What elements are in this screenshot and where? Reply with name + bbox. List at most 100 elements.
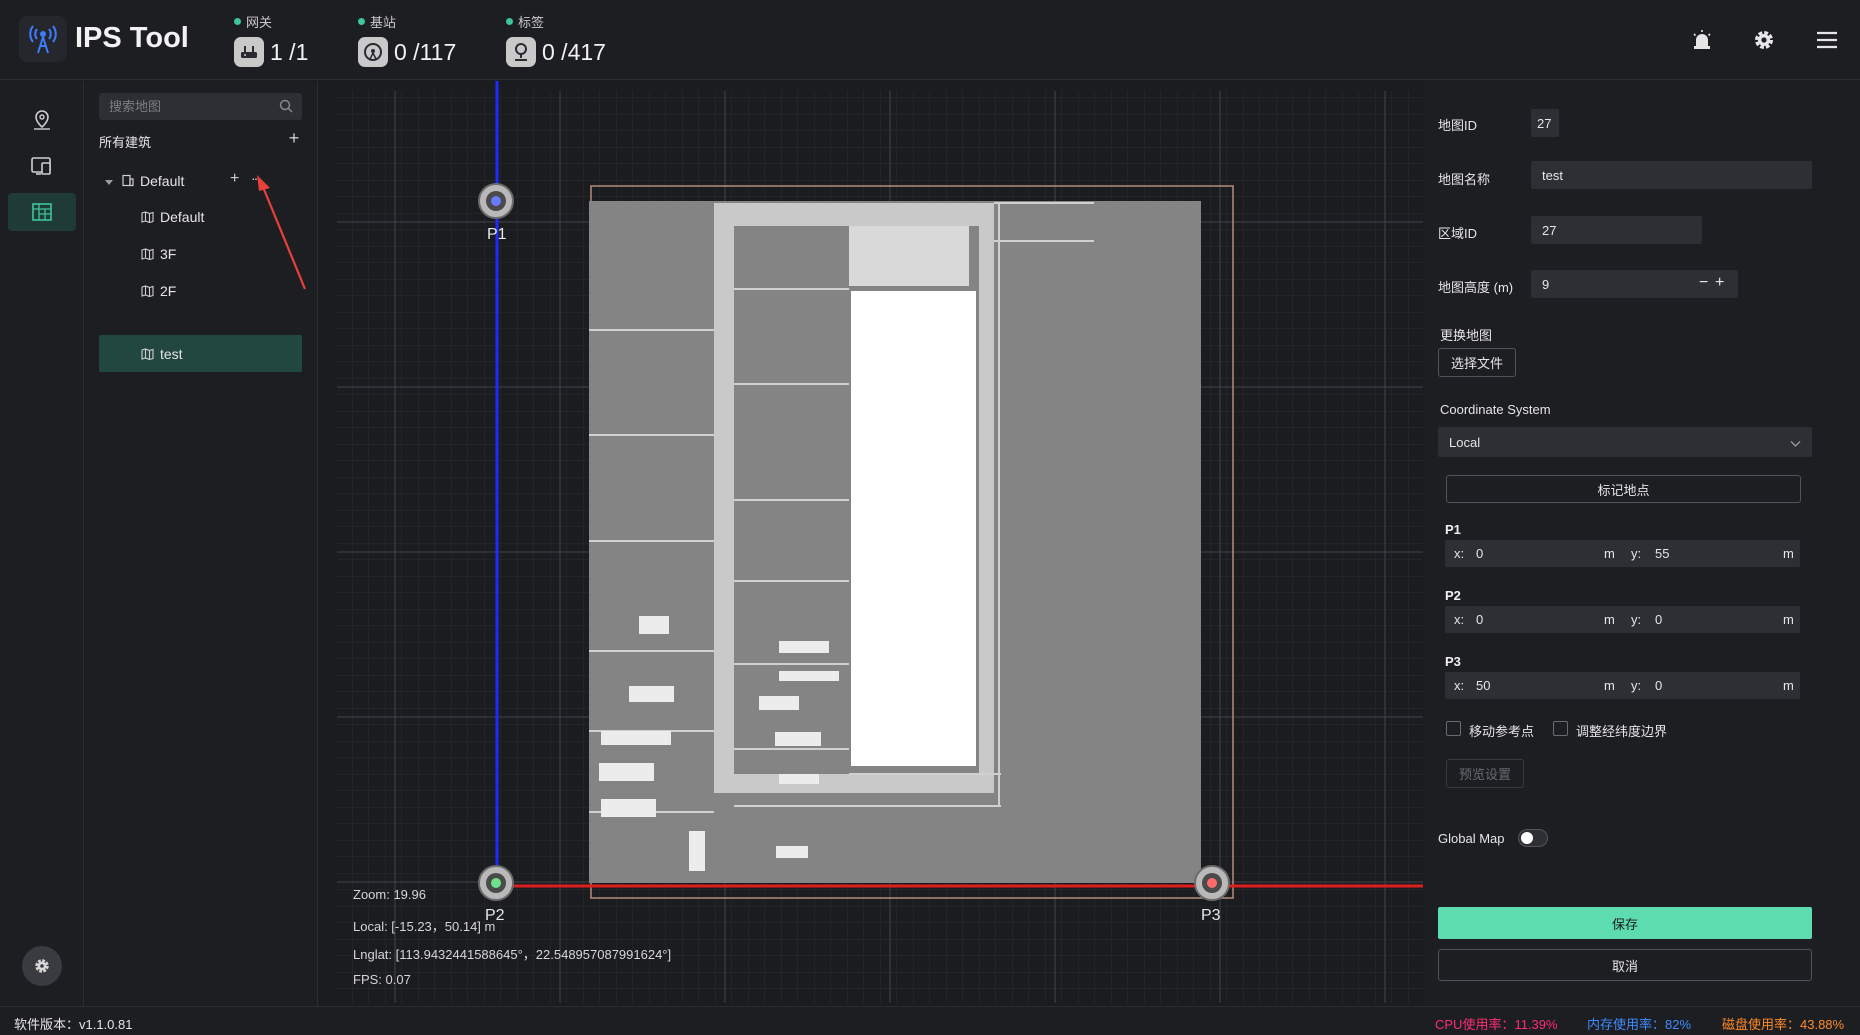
unit-label: m bbox=[1783, 612, 1794, 627]
map-name: test bbox=[160, 345, 183, 362]
fps-readout: FPS: 0.07 bbox=[353, 972, 411, 987]
tag-label: 标签 bbox=[518, 15, 545, 30]
adjust-bounds-label: 调整经纬度边界 bbox=[1576, 724, 1668, 739]
preview-settings-button[interactable]: 预览设置 bbox=[1446, 759, 1524, 788]
building-name: Default bbox=[140, 172, 185, 189]
devices-icon[interactable] bbox=[8, 147, 76, 185]
map-editor-view[interactable]: P1 P2 P3 bbox=[319, 81, 1423, 1006]
map-name: 3F bbox=[160, 245, 177, 262]
replace-map-label: 更换地图 bbox=[1440, 328, 1493, 343]
map-icon bbox=[141, 284, 154, 297]
status-bar: 软件版本：v1.1.0.81 CPU使用率：11.39% 内存使用率：82% 磁… bbox=[0, 1006, 1860, 1035]
map-id-field: 27 bbox=[1531, 109, 1559, 137]
map-settings-panel: 地图ID 27 地图名称 test 区域ID 27 地图高度 (m) 9 − +… bbox=[1424, 81, 1860, 1006]
tree-map-test[interactable]: test bbox=[99, 335, 302, 372]
p3-x-input[interactable]: 50 bbox=[1476, 678, 1490, 693]
disk-usage: 磁盘使用率：43.88% bbox=[1722, 1017, 1845, 1032]
gateway-label: 网关 bbox=[246, 15, 273, 30]
gear-icon[interactable] bbox=[1750, 26, 1778, 54]
unit-label: m bbox=[1783, 546, 1794, 561]
app-logo bbox=[19, 16, 67, 62]
top-header: IPS Tool 网关 1 /1 基站 0 /117 标签 0 /417 bbox=[0, 0, 1860, 80]
y-prefix: y: bbox=[1631, 546, 1642, 561]
add-building-button[interactable]: + bbox=[286, 128, 302, 149]
building-map-icon[interactable] bbox=[8, 193, 76, 231]
decrement-button[interactable]: − bbox=[1699, 274, 1708, 292]
map-sidebar: 所有建筑 + Default + ··· Default 3F 2F test bbox=[85, 81, 318, 1006]
status-dot bbox=[234, 18, 241, 25]
map-id-label: 地图ID bbox=[1438, 118, 1478, 133]
global-map-toggle[interactable] bbox=[1518, 829, 1548, 847]
p1-heading: P1 bbox=[1445, 522, 1461, 537]
status-dot bbox=[358, 18, 365, 25]
search-icon[interactable] bbox=[279, 99, 293, 118]
menu-icon[interactable] bbox=[1813, 26, 1841, 54]
alarm-icon[interactable] bbox=[1688, 26, 1716, 54]
adjust-bounds-checkbox[interactable] bbox=[1553, 721, 1568, 736]
choose-file-button[interactable]: 选择文件 bbox=[1438, 348, 1516, 377]
x-prefix: x: bbox=[1454, 546, 1465, 561]
status-dot bbox=[506, 18, 513, 25]
unit-label: m bbox=[1604, 678, 1615, 693]
annotation-arrow bbox=[257, 175, 307, 290]
p2-y-input[interactable]: 0 bbox=[1655, 612, 1662, 627]
chevron-down-icon[interactable] bbox=[1790, 436, 1801, 451]
coordinate-system-select[interactable]: Local bbox=[1438, 427, 1812, 457]
lnglat-readout: Lnglat: [113.9432441588645°，22.548957087… bbox=[353, 947, 672, 962]
wireless-tower-icon bbox=[29, 25, 57, 54]
map-search-input[interactable] bbox=[99, 93, 302, 120]
floor-plan-image bbox=[589, 185, 1234, 899]
all-buildings-heading: 所有建筑 bbox=[99, 135, 152, 150]
move-ref-point-checkbox[interactable] bbox=[1446, 721, 1461, 736]
base-station-label: 基站 bbox=[370, 15, 397, 30]
map-icon bbox=[141, 347, 154, 360]
area-id-input[interactable]: 27 bbox=[1531, 216, 1702, 244]
left-rail bbox=[0, 81, 84, 1006]
gateway-stat: 网关 1 /1 bbox=[234, 12, 308, 67]
coordinate-system-label: Coordinate System bbox=[1440, 402, 1551, 417]
base-station-count: 0 /117 bbox=[394, 38, 457, 65]
area-id-label: 区域ID bbox=[1438, 226, 1478, 241]
base-station-stat: 基站 0 /117 bbox=[358, 12, 456, 67]
map-icon bbox=[141, 210, 154, 223]
y-prefix: y: bbox=[1631, 678, 1642, 693]
p1-x-input[interactable]: 0 bbox=[1476, 546, 1483, 561]
map-height-label: 地图高度 (m) bbox=[1438, 280, 1514, 295]
map-name-input[interactable]: test bbox=[1531, 161, 1812, 189]
tag-count: 0 /417 bbox=[542, 38, 606, 65]
p2-x-input[interactable]: 0 bbox=[1476, 612, 1483, 627]
p1-label: P1 bbox=[487, 226, 507, 243]
map-icon bbox=[141, 247, 154, 260]
map-name: Default bbox=[160, 208, 205, 225]
map-height-value: 9 bbox=[1542, 276, 1550, 292]
unit-label: m bbox=[1783, 678, 1794, 693]
tag-stat: 标签 0 /417 bbox=[506, 12, 606, 67]
local-coordinate-readout: Local: [-15.23，50.14] m bbox=[353, 919, 496, 934]
map-pin-icon[interactable] bbox=[8, 101, 76, 139]
map-name: 2F bbox=[160, 282, 177, 299]
settings-icon[interactable] bbox=[22, 946, 62, 986]
chevron-down-icon[interactable] bbox=[105, 173, 113, 189]
p3-y-input[interactable]: 0 bbox=[1655, 678, 1662, 693]
building-icon bbox=[121, 174, 134, 187]
map-name-label: 地图名称 bbox=[1438, 172, 1491, 187]
map-canvas[interactable]: P1 P2 P3 Zoom: 19.96 Local: [-15.23，50.1… bbox=[319, 81, 1423, 1006]
p3-heading: P3 bbox=[1445, 654, 1461, 669]
y-prefix: y: bbox=[1631, 612, 1642, 627]
p1-y-input[interactable]: 55 bbox=[1655, 546, 1669, 561]
app-title: IPS Tool bbox=[75, 22, 189, 54]
move-ref-point-label: 移动参考点 bbox=[1469, 724, 1535, 739]
p2-coordinate-row: x: 0 m y: 0 m bbox=[1445, 606, 1800, 633]
x-prefix: x: bbox=[1454, 612, 1465, 627]
memory-usage: 内存使用率：82% bbox=[1587, 1017, 1692, 1032]
router-icon bbox=[234, 37, 264, 67]
cancel-button[interactable]: 取消 bbox=[1438, 949, 1812, 981]
add-map-button[interactable]: + bbox=[230, 170, 239, 188]
mark-location-button[interactable]: 标记地点 bbox=[1446, 475, 1801, 503]
location-tag-icon bbox=[506, 37, 536, 67]
antenna-icon bbox=[358, 37, 388, 67]
map-height-stepper[interactable]: 9 − + bbox=[1531, 270, 1738, 298]
save-button[interactable]: 保存 bbox=[1438, 907, 1812, 939]
p2-heading: P2 bbox=[1445, 588, 1461, 603]
increment-button[interactable]: + bbox=[1715, 274, 1724, 292]
